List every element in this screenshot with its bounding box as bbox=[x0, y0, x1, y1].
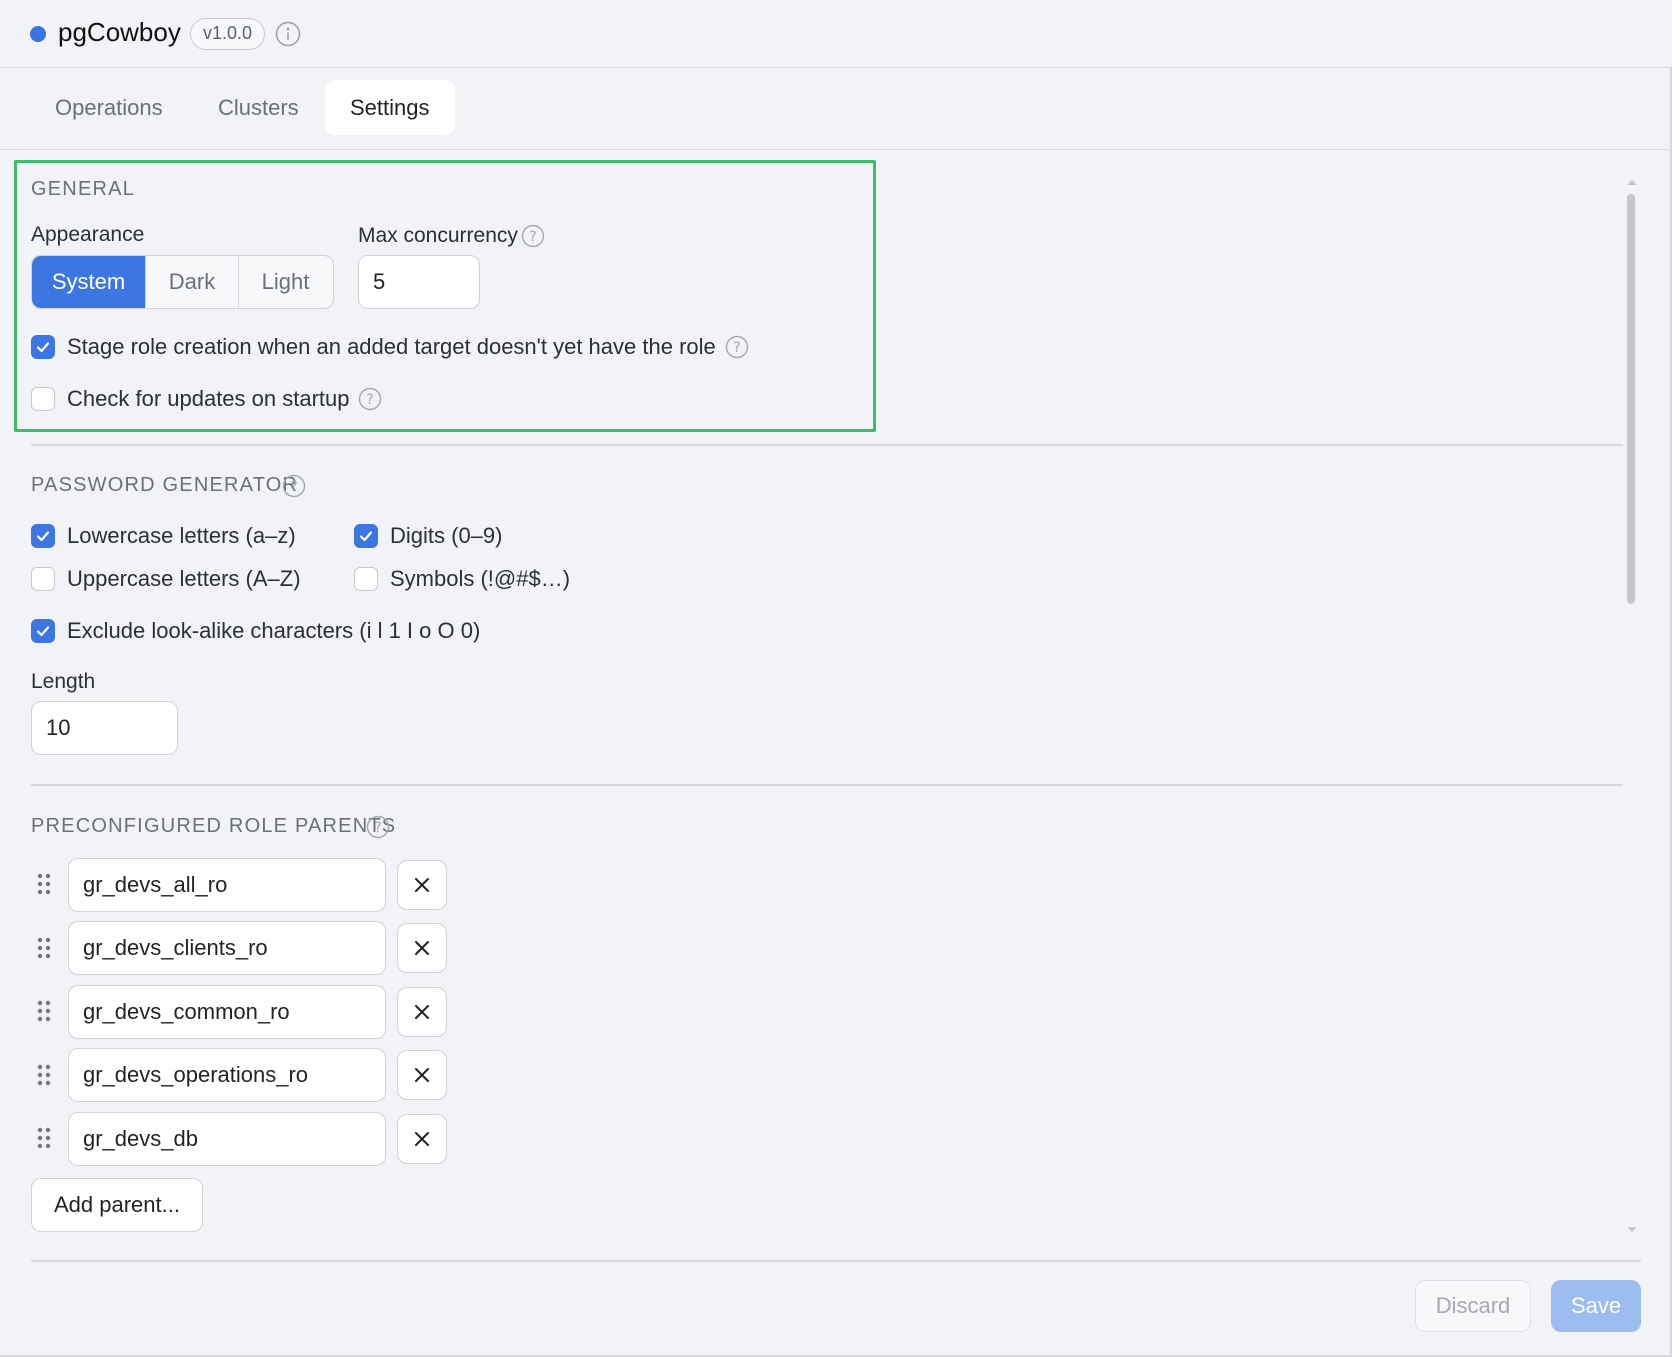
symbols-label: Symbols (!@#$…) bbox=[390, 566, 571, 591]
svg-text:?: ? bbox=[374, 820, 381, 836]
check-updates-row[interactable]: Check for updates on startup bbox=[31, 385, 350, 413]
info-icon[interactable] bbox=[275, 21, 301, 47]
settings-content: GENERAL Appearance System Dark Light Max… bbox=[0, 150, 1640, 1250]
role-parent-input[interactable]: gr_devs_operations_ro bbox=[68, 1048, 386, 1102]
svg-text:?: ? bbox=[366, 392, 373, 408]
appearance-segmented-control: System Dark Light bbox=[31, 255, 334, 309]
lowercase-label: Lowercase letters (a–z) bbox=[67, 523, 296, 548]
scroll-up-arrow-icon[interactable] bbox=[1626, 178, 1638, 186]
drag-handle-icon[interactable] bbox=[36, 1063, 52, 1087]
remove-role-parent-button[interactable] bbox=[397, 1114, 447, 1164]
exclude-lookalike-label: Exclude look-alike characters (i l 1 I o… bbox=[67, 618, 481, 643]
tab-settings[interactable]: Settings bbox=[325, 80, 455, 135]
svg-text:?: ? bbox=[529, 229, 536, 245]
app-title: pgCowboy bbox=[58, 17, 181, 47]
digits-row[interactable]: Digits (0–9) bbox=[354, 522, 502, 550]
stage-role-checkbox[interactable] bbox=[31, 335, 55, 359]
role-parent-input[interactable]: gr_devs_db bbox=[68, 1112, 386, 1166]
remove-role-parent-button[interactable] bbox=[397, 923, 447, 973]
add-parent-button[interactable]: Add parent... bbox=[31, 1178, 203, 1232]
lowercase-checkbox[interactable] bbox=[31, 524, 55, 548]
length-label: Length bbox=[31, 670, 96, 693]
close-icon bbox=[415, 1132, 429, 1146]
appearance-dark-button[interactable]: Dark bbox=[146, 256, 239, 308]
app-header: pgCowboy v1.0.0 bbox=[0, 0, 1672, 68]
exclude-lookalike-checkbox[interactable] bbox=[31, 619, 55, 643]
scroll-down-arrow-icon[interactable] bbox=[1626, 1226, 1638, 1234]
drag-handle-icon[interactable] bbox=[36, 1126, 52, 1150]
stage-role-help-icon[interactable]: ? bbox=[725, 335, 749, 359]
save-button[interactable]: Save bbox=[1551, 1280, 1641, 1332]
check-updates-label: Check for updates on startup bbox=[67, 386, 350, 411]
discard-button[interactable]: Discard bbox=[1415, 1280, 1531, 1332]
status-dot-icon bbox=[30, 26, 46, 42]
length-input[interactable]: 10 bbox=[31, 701, 178, 755]
check-updates-help-icon[interactable]: ? bbox=[358, 387, 382, 411]
role-parent-input[interactable]: gr_devs_common_ro bbox=[68, 985, 386, 1039]
remove-role-parent-button[interactable] bbox=[397, 860, 447, 910]
password-generator-help-icon[interactable]: ? bbox=[282, 474, 306, 498]
role-parents-help-icon[interactable]: ? bbox=[366, 815, 390, 839]
section-divider bbox=[31, 444, 1623, 446]
stage-role-row[interactable]: Stage role creation when an added target… bbox=[31, 333, 716, 361]
close-icon bbox=[415, 1068, 429, 1082]
check-icon bbox=[36, 342, 50, 353]
close-icon bbox=[415, 941, 429, 955]
check-updates-checkbox[interactable] bbox=[31, 387, 55, 411]
tab-bar: Operations Clusters Settings bbox=[0, 68, 1672, 150]
section-divider bbox=[31, 784, 1623, 786]
app-window: pgCowboy v1.0.0 Operations Clusters Sett… bbox=[0, 0, 1672, 1357]
svg-text:?: ? bbox=[733, 340, 740, 356]
uppercase-checkbox[interactable] bbox=[31, 567, 55, 591]
tab-clusters[interactable]: Clusters bbox=[193, 80, 324, 135]
appearance-label: Appearance bbox=[31, 223, 145, 246]
svg-text:?: ? bbox=[290, 479, 297, 495]
drag-handle-icon[interactable] bbox=[36, 872, 52, 896]
remove-role-parent-button[interactable] bbox=[397, 987, 447, 1037]
check-icon bbox=[359, 531, 373, 542]
remove-role-parent-button[interactable] bbox=[397, 1050, 447, 1100]
drag-handle-icon[interactable] bbox=[36, 999, 52, 1023]
exclude-lookalike-row[interactable]: Exclude look-alike characters (i l 1 I o… bbox=[31, 617, 480, 645]
symbols-row[interactable]: Symbols (!@#$…) bbox=[354, 565, 570, 593]
version-badge: v1.0.0 bbox=[190, 18, 266, 50]
appearance-light-button[interactable]: Light bbox=[239, 256, 332, 308]
scrollbar-thumb[interactable] bbox=[1627, 194, 1635, 604]
max-concurrency-label: Max concurrency bbox=[358, 224, 518, 247]
uppercase-row[interactable]: Uppercase letters (A–Z) bbox=[31, 565, 301, 593]
digits-checkbox[interactable] bbox=[354, 524, 378, 548]
symbols-checkbox[interactable] bbox=[354, 567, 378, 591]
max-concurrency-help-icon[interactable]: ? bbox=[521, 224, 545, 248]
check-icon bbox=[36, 626, 50, 637]
appearance-system-button[interactable]: System bbox=[32, 256, 146, 308]
general-section-title: GENERAL bbox=[31, 178, 135, 200]
max-concurrency-input[interactable]: 5 bbox=[358, 255, 480, 309]
close-icon bbox=[415, 1005, 429, 1019]
role-parent-input[interactable]: gr_devs_clients_ro bbox=[68, 921, 386, 975]
tab-operations[interactable]: Operations bbox=[30, 80, 188, 135]
uppercase-label: Uppercase letters (A–Z) bbox=[67, 566, 301, 591]
lowercase-row[interactable]: Lowercase letters (a–z) bbox=[31, 522, 296, 550]
role-parent-input[interactable]: gr_devs_all_ro bbox=[68, 858, 386, 912]
password-generator-title: PASSWORD GENERATOR bbox=[31, 474, 299, 496]
drag-handle-icon[interactable] bbox=[36, 936, 52, 960]
role-parents-title: PRECONFIGURED ROLE PARENTS bbox=[31, 815, 397, 837]
close-icon bbox=[415, 878, 429, 892]
stage-role-label: Stage role creation when an added target… bbox=[67, 334, 716, 359]
check-icon bbox=[36, 531, 50, 542]
digits-label: Digits (0–9) bbox=[390, 523, 503, 548]
footer-divider bbox=[31, 1260, 1641, 1262]
